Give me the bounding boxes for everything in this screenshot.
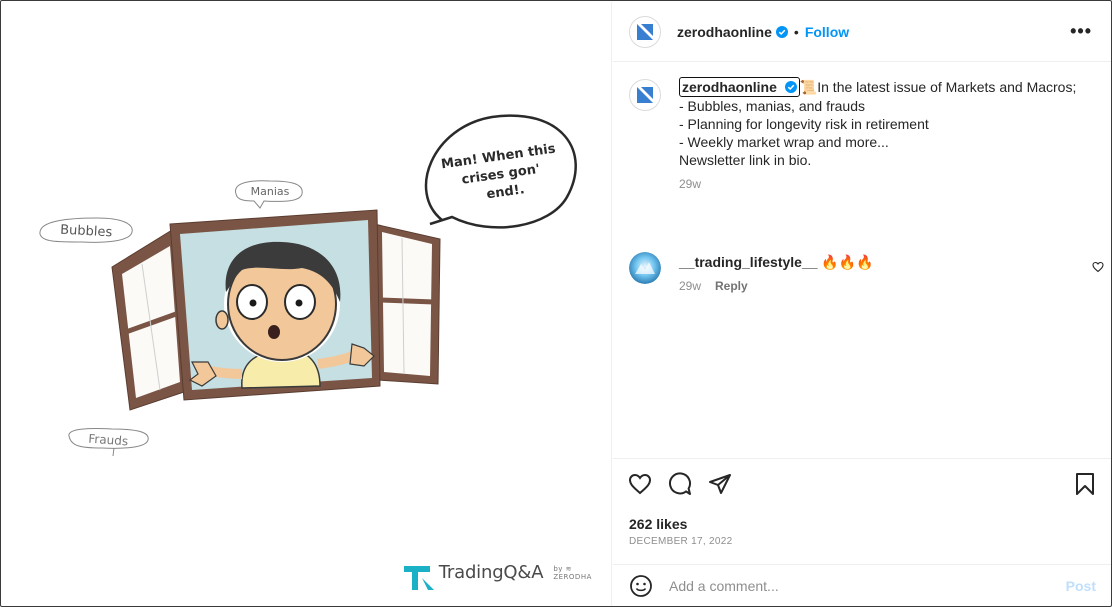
caption-text-line: In the latest issue of Markets and Macro… xyxy=(817,79,1077,95)
post-comment-button[interactable]: Post xyxy=(1066,578,1096,594)
scroll-emoji: 📜 xyxy=(799,79,818,95)
tag-manias: Manias xyxy=(235,180,303,209)
svg-text:Frauds: Frauds xyxy=(88,432,129,449)
svg-text:Bubbles: Bubbles xyxy=(60,223,113,241)
post-date[interactable]: DECEMBER 17, 2022 xyxy=(629,536,732,547)
brand-name: TradingQ&A xyxy=(438,562,544,583)
add-comment-bar: Post xyxy=(613,564,1111,606)
caption-avatar[interactable] xyxy=(629,79,661,111)
account-avatar[interactable] xyxy=(629,15,661,48)
post-dialog: Man! When this crises gon' end!. Manias … xyxy=(0,0,1112,607)
post-image[interactable]: Man! When this crises gon' end!. Manias … xyxy=(2,2,612,606)
tag-frauds: Frauds xyxy=(68,428,149,457)
separator-dot: • xyxy=(793,23,799,40)
caption: zerodhaonline 📜In the latest issue of Ma… xyxy=(629,77,1099,193)
caption-text-line: - Bubbles, manias, and frauds xyxy=(679,98,865,114)
commenter-avatar[interactable] xyxy=(629,252,661,284)
verified-badge-icon xyxy=(775,25,788,38)
post-side-panel: zerodhaonline • Follow ••• zerodhaonline… xyxy=(613,2,1111,606)
svg-text:Manias: Manias xyxy=(251,185,290,198)
account-username[interactable]: zerodhaonline xyxy=(677,24,772,40)
commenter-avatar-image xyxy=(629,252,661,284)
caption-first-line: zerodhaonline 📜In the latest issue of Ma… xyxy=(679,77,1099,97)
more-options-button[interactable]: ••• xyxy=(1070,22,1092,40)
brand-by: by ≋ ZERODHA xyxy=(553,564,592,581)
follow-button[interactable]: Follow xyxy=(805,24,849,40)
likes-count[interactable]: 262 likes xyxy=(629,516,687,532)
comment-input[interactable] xyxy=(669,578,1049,594)
emoji-smiley-icon[interactable] xyxy=(629,574,653,598)
commenter-username[interactable]: __trading_lifestyle__ xyxy=(679,254,818,270)
verified-badge-icon xyxy=(784,81,797,93)
like-heart-icon[interactable] xyxy=(628,472,652,496)
save-bookmark-icon[interactable] xyxy=(1074,472,1096,496)
caption-text-line: Newsletter link in bio. xyxy=(679,152,812,168)
window-right-shutter xyxy=(373,223,441,385)
comment-bubble-icon[interactable] xyxy=(668,472,692,496)
share-send-icon[interactable] xyxy=(708,472,732,496)
comment-item: __trading_lifestyle__ 🔥🔥🔥 29w Reply xyxy=(629,252,1104,295)
tag-bubbles: Bubbles xyxy=(39,217,133,243)
post-header: zerodhaonline • Follow ••• xyxy=(613,2,1111,62)
comments-section: zerodhaonline 📜In the latest issue of Ma… xyxy=(613,63,1111,458)
brand-watermark: TradingQ&A by ≋ ZERODHA xyxy=(402,562,611,583)
comment-text: 🔥🔥🔥 xyxy=(821,254,874,270)
zerodha-logo-icon xyxy=(637,23,653,40)
zerodha-logo-icon xyxy=(637,87,653,103)
comment-like-heart-icon[interactable] xyxy=(1092,261,1104,273)
caption-age[interactable]: 29w xyxy=(679,175,1099,193)
cartoon-illustration: Man! When this crises gon' end!. Manias … xyxy=(39,114,577,590)
caption-text-line: - Weekly market wrap and more... xyxy=(679,134,889,150)
reply-button[interactable]: Reply xyxy=(715,277,748,295)
comment-age[interactable]: 29w xyxy=(679,277,701,295)
caption-text-line: - Planning for longevity risk in retirem… xyxy=(679,116,929,132)
caption-username[interactable]: zerodhaonline xyxy=(679,77,800,97)
